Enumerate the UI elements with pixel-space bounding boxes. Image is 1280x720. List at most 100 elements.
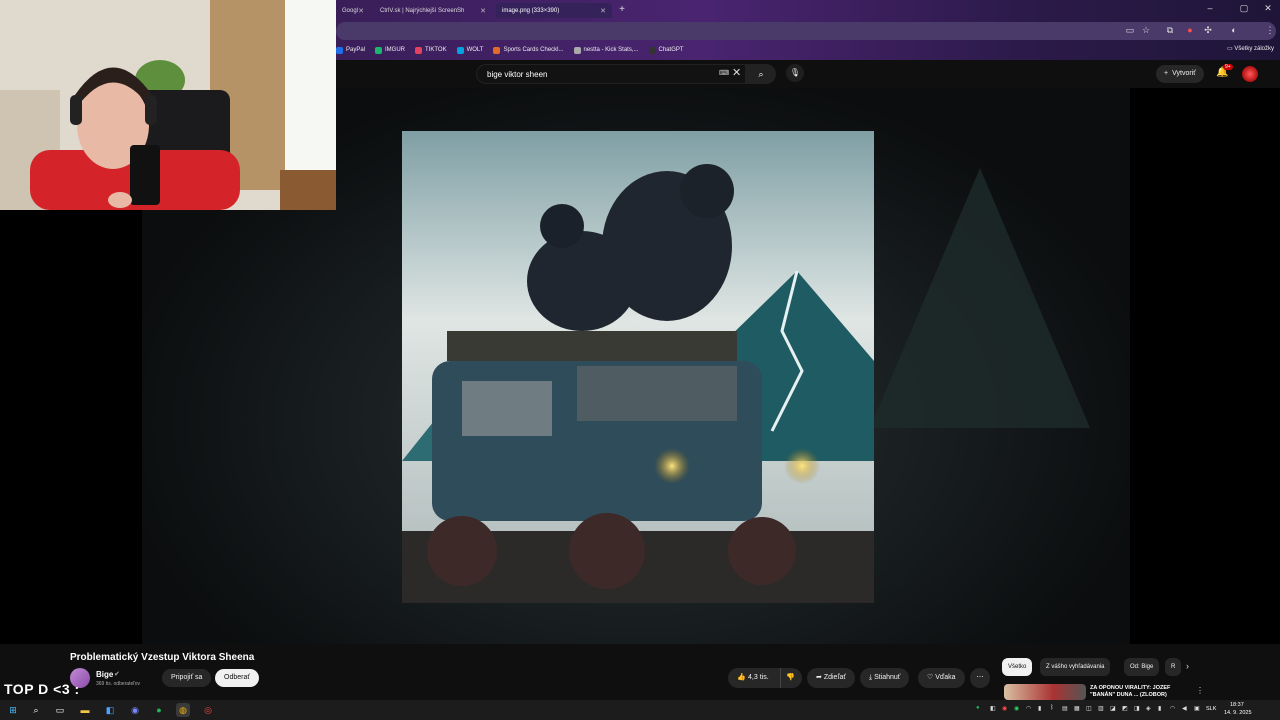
chip-from-search[interactable]: Z vášho vyhľadávania [1040, 658, 1111, 676]
more-actions-button[interactable]: ⋯ [970, 668, 990, 688]
bookmark-label: IMGUR [385, 47, 406, 53]
windows-start-icon[interactable]: ⊞ [6, 703, 20, 717]
dislike-button[interactable]: 👎 [780, 668, 800, 688]
search-input[interactable]: bige viktor sheen [476, 64, 746, 84]
stream-overlay-text: TOP D <3 : [4, 681, 80, 697]
task-view-icon[interactable]: ▭ [53, 703, 67, 717]
bookmark-item[interactable]: Sports Cards Checkl... [493, 46, 564, 54]
subscribe-button[interactable]: Odberať [215, 669, 259, 687]
create-button[interactable]: + Vytvoriť [1156, 65, 1204, 83]
channel-name[interactable]: Bige [96, 670, 113, 679]
cast-icon[interactable]: ▭ [1124, 25, 1136, 36]
clock-date[interactable]: 14. 9. 2025 [1224, 710, 1252, 716]
puzzle-icon[interactable]: ✣ [1202, 25, 1214, 36]
all-bookmarks-link[interactable]: ▭ Všetky záložky [1227, 45, 1274, 52]
chevron-right-icon[interactable]: › [1186, 661, 1189, 671]
video-title: Problematický Vzestup Viktora Sheena [70, 652, 255, 663]
avatar[interactable] [1242, 66, 1258, 82]
mic-tray-icon[interactable]: ▮ [1038, 705, 1041, 712]
clear-search-icon[interactable]: ✕ [732, 66, 741, 79]
spotify-tray-icon[interactable]: ● [976, 705, 980, 711]
clock-time[interactable]: 18:37 [1230, 702, 1244, 708]
join-button[interactable]: Pripojiť sa [162, 669, 212, 687]
download-button[interactable]: ⤓ Stiahnuť [860, 668, 910, 688]
store-icon[interactable]: ◧ [103, 703, 117, 717]
tab-label: image.png (333×390) [502, 7, 560, 14]
notification-badge: 9+ [1223, 64, 1233, 70]
like-button[interactable]: 👍 4,3 tis. [728, 668, 778, 688]
bookmark-item[interactable]: IMGUR [375, 46, 406, 54]
profile-icon[interactable]: ◐ [1228, 25, 1240, 35]
record-icon[interactable]: ● [1184, 25, 1196, 35]
bluetooth-icon[interactable]: ᛒ [1050, 705, 1054, 711]
windows-taskbar: ⊞ ⌕ ▭ ▬ ◧ ◉ ● ◍ ◎ ● ◧ ◉ ◉ ◠ ▮ ᛒ ▤ ▦ ◫ ▥ … [0, 700, 1280, 720]
tray-icon-6[interactable]: ◫ [1086, 705, 1092, 712]
bookmark-item[interactable]: nestta - Kick Stats,... [573, 46, 639, 54]
bookmark-label: ChatGPT [658, 47, 684, 53]
new-tab-button[interactable]: + [615, 3, 629, 17]
folder-icon: ▭ [1226, 46, 1233, 52]
tray-icon-9[interactable]: ◩ [1122, 705, 1128, 712]
tab-ctrlv[interactable]: CtrlV.sk | Najrýchlejší ScreenSh ✕ [374, 3, 492, 18]
maximize-icon[interactable]: ▢ [1234, 3, 1254, 14]
tray-icon-1[interactable]: ◧ [990, 705, 996, 712]
tray-icon-4[interactable]: ▤ [1062, 705, 1068, 712]
recommendation-thumbnail[interactable] [1004, 684, 1086, 700]
plus-icon: + [1164, 70, 1169, 77]
tab-google[interactable]: Googl ✕ [336, 3, 370, 18]
search-icon[interactable]: ⌕ [29, 703, 43, 717]
bookmark-item[interactable]: ChatGPT [648, 46, 684, 54]
share-icon: ➦ [816, 674, 822, 681]
search-icon: ⌕ [758, 69, 764, 79]
recommendation-title[interactable]: ZA OPONOU VIRALITY: JOZEF "BANÁN" DUNA .… [1090, 685, 1190, 699]
bookmark-item[interactable]: PayPal [336, 46, 365, 54]
chrome-icon[interactable]: ◍ [176, 703, 190, 717]
keyboard-icon[interactable]: ⌨ [719, 69, 729, 77]
wifi-icon[interactable]: ◠ [1170, 705, 1175, 712]
artwork-illustration [402, 131, 874, 603]
share-button[interactable]: ➦ Zdieľať [807, 668, 856, 688]
tray-icon-10[interactable]: ◨ [1134, 705, 1140, 712]
bookmark-label: nestta - Kick Stats,... [583, 47, 639, 53]
extension-icon[interactable]: ⧉ [1164, 25, 1176, 36]
search-button[interactable]: ⌕ [746, 64, 776, 84]
chip-from-bige[interactable]: Od: Bige [1124, 658, 1160, 676]
tray-icon-5[interactable]: ▦ [1074, 705, 1080, 712]
tray-icon-11[interactable]: ◈ [1146, 705, 1151, 712]
tray-mic-icon[interactable]: ▮ [1158, 705, 1161, 712]
language-indicator[interactable]: SLK [1206, 706, 1216, 712]
obs-icon[interactable]: ◎ [201, 703, 215, 717]
kebab-menu-icon[interactable]: ⋮ [1264, 25, 1276, 36]
bookmark-item[interactable]: TIKTOK [415, 46, 447, 54]
thumbs-up-icon: 👍 [737, 674, 747, 681]
star-icon[interactable]: ☆ [1140, 25, 1152, 36]
discord-icon[interactable]: ◉ [128, 703, 142, 717]
tab-image[interactable]: image.png (333×390) ✕ [496, 3, 612, 18]
bookmark-item[interactable]: WOLT [456, 46, 483, 54]
spotify-icon[interactable]: ● [152, 703, 166, 717]
file-explorer-icon[interactable]: ▬ [78, 703, 92, 717]
youtube-header: bige viktor sheen ⌨ ✕ ⌕ 🎙 + Vytvoriť 🔔 9… [336, 60, 1280, 88]
window-close-icon[interactable]: ✕ [1258, 3, 1278, 14]
tray-icon-12[interactable]: ▣ [1194, 705, 1200, 712]
tray-icon-7[interactable]: ▥ [1098, 705, 1104, 712]
kebab-menu-icon[interactable]: ⋮ [1196, 686, 1204, 695]
close-icon[interactable]: ✕ [480, 7, 486, 15]
tray-icon-2[interactable]: ◉ [1002, 705, 1007, 712]
close-icon[interactable]: ✕ [600, 7, 606, 15]
minimize-icon[interactable]: – [1200, 3, 1220, 13]
tray-icon-8[interactable]: ◪ [1110, 705, 1116, 712]
download-icon: ⤓ [869, 674, 873, 681]
bookmark-icon [336, 46, 343, 54]
headphones-icon[interactable]: ◠ [1026, 705, 1031, 712]
volume-icon[interactable]: ◀ [1182, 705, 1187, 712]
chip-all[interactable]: Všetko [1002, 658, 1033, 676]
subscriber-count: 369 tis. odberateľov [96, 681, 140, 687]
chip-partial[interactable]: R [1165, 658, 1182, 676]
close-icon[interactable]: ✕ [358, 7, 364, 15]
bookmark-icon [415, 46, 423, 54]
thanks-button[interactable]: ♡ Vďaka [918, 668, 965, 688]
voice-search-button[interactable]: 🎙 [786, 64, 804, 82]
tray-icon-3[interactable]: ◉ [1014, 705, 1019, 712]
like-count: 4,3 tis. [748, 674, 769, 681]
